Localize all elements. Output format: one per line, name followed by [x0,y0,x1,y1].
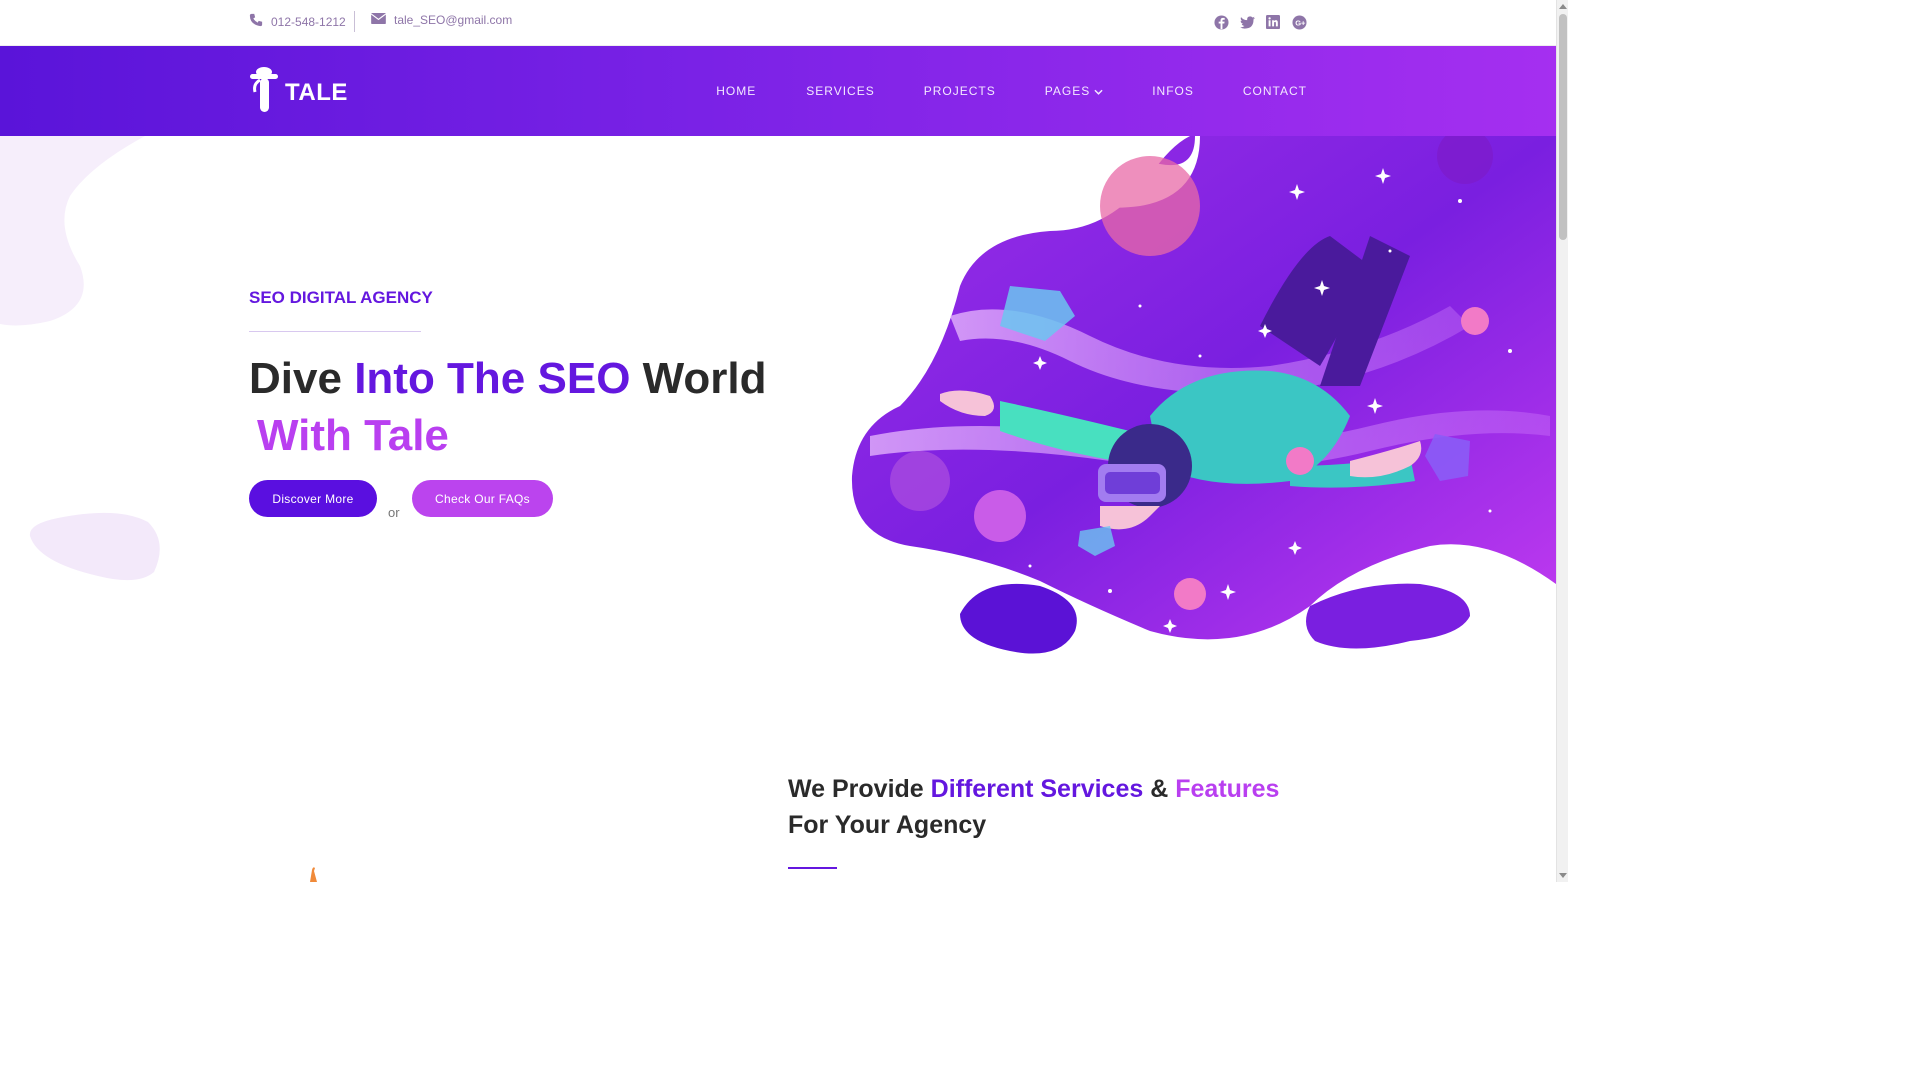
illustration-fragment [310,867,317,882]
google-plus-icon[interactable]: G+ [1291,14,1307,30]
hero-title-part3: World [642,354,767,403]
top-divider [354,11,355,32]
social-links: G+ [1213,14,1307,30]
svg-text:G+: G+ [1295,18,1306,27]
services-title-part3: & [1150,775,1169,803]
chevron-down-icon [1094,84,1103,98]
top-email[interactable]: tale_SEO@gmail.com [370,13,513,27]
top-phone[interactable]: 012-548-1212 [249,13,346,30]
phone-number: 012-548-1212 [271,14,346,29]
hero-title: Dive Into The SEO World With Tale [249,350,767,464]
discover-more-button[interactable]: Discover More [249,480,377,517]
nav-pages-label: PAGES [1044,84,1091,98]
envelope-icon [370,13,387,27]
page-scrollbar[interactable] [1556,0,1568,882]
services-title-part4: Features [1175,775,1280,803]
linkedin-icon[interactable] [1265,14,1281,30]
logo-icon [249,66,279,119]
hero-title-part2: Into The SEO [354,354,631,403]
services-title: We Provide Different Services & Features… [788,771,1279,843]
decor-blob-left [0,136,145,326]
main-header: TALE HOME SERVICES PROJECTS PAGES INFOS … [0,46,1556,136]
top-bar: 012-548-1212 tale_SEO@gmail.com G+ [0,0,1556,46]
hero-title-part4: With Tale [257,411,449,460]
services-title-part2: Different Services [930,775,1144,803]
scrollbar-thumb[interactable] [1559,14,1567,240]
main-nav: HOME SERVICES PROJECTS PAGES INFOS CONTA… [716,84,1307,98]
page: 012-548-1212 tale_SEO@gmail.com G+ TALE … [0,0,1568,882]
nav-home[interactable]: HOME [716,84,756,98]
email-address: tale_SEO@gmail.com [394,13,513,27]
logo-text: TALE [285,78,348,106]
scroll-down-arrow-icon[interactable] [1559,873,1567,878]
decor-blob-small [29,512,160,581]
hero-title-part1: Dive [249,354,342,403]
services-title-part1: We Provide [788,775,924,803]
twitter-icon[interactable] [1239,14,1255,30]
phone-icon [249,13,263,30]
nav-services[interactable]: SERVICES [806,84,874,98]
services-title-part5: For Your Agency [788,811,987,839]
facebook-icon[interactable] [1213,14,1229,30]
services-divider [788,867,837,869]
hero-divider [249,331,421,332]
site-logo[interactable]: TALE [249,66,348,119]
nav-infos[interactable]: INFOS [1152,84,1194,98]
nav-contact[interactable]: CONTACT [1243,84,1307,98]
nav-pages[interactable]: PAGES [1045,84,1103,98]
or-text: or [388,505,400,520]
check-faqs-button[interactable]: Check Our FAQs [412,480,553,517]
hero-illustration [851,136,1556,654]
hero-kicker: SEO DIGITAL AGENCY [249,288,433,307]
scroll-up-arrow-icon[interactable] [1559,4,1567,9]
nav-projects[interactable]: PROJECTS [924,84,996,98]
